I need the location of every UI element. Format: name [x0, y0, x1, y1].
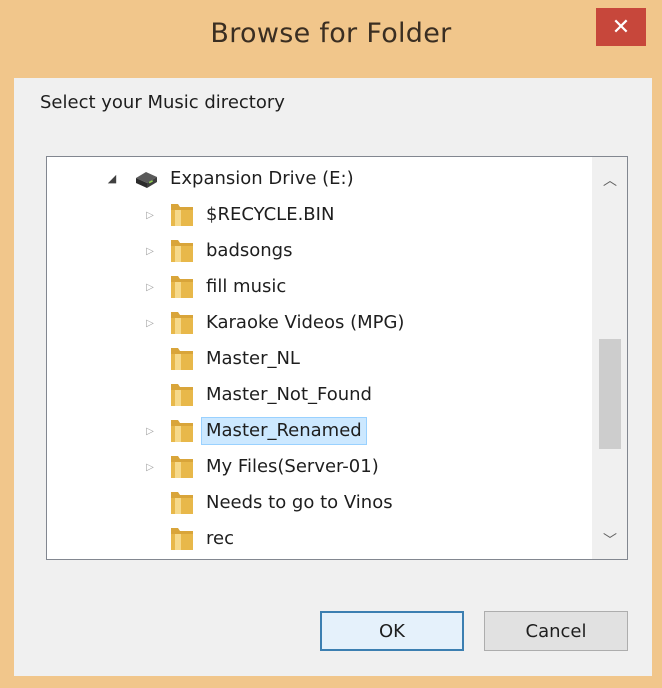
title-bar[interactable]: Browse for Folder ✕ [0, 0, 662, 78]
instruction-text: Select your Music directory [40, 92, 285, 113]
collapse-arrow-icon[interactable]: ◢ [105, 171, 119, 185]
close-icon: ✕ [611, 14, 631, 40]
tree-item[interactable]: Needs to go to Vinos [47, 485, 595, 519]
tree-item-label: My Files(Server-01) [206, 456, 379, 477]
folder-icon [171, 420, 193, 442]
tree-item-label: rec [206, 528, 234, 549]
ok-button[interactable]: OK [320, 611, 464, 651]
tree-root-drive[interactable]: ◢ Expansion Drive (E:) [47, 161, 595, 195]
dialog-client-area: Select your Music directory ◢ Expansion … [14, 78, 652, 676]
expand-arrow-icon[interactable]: ▷ [143, 424, 157, 438]
tree-item[interactable]: rec [47, 521, 595, 555]
tree-item-label: Master_NL [206, 348, 300, 369]
tree-item-label: fill music [206, 276, 287, 297]
tree-item-label: Expansion Drive (E:) [170, 168, 354, 189]
drive-icon [136, 172, 157, 188]
folder-icon [171, 312, 193, 334]
scroll-thumb[interactable] [599, 339, 621, 449]
folder-icon [171, 456, 193, 478]
tree-item-label: badsongs [206, 240, 293, 261]
window-title: Browse for Folder [210, 18, 452, 49]
expand-arrow-icon[interactable]: ▷ [143, 280, 157, 294]
scroll-down-icon[interactable]: ﹀ [593, 523, 627, 557]
tree-item[interactable]: Master_NL [47, 341, 595, 375]
close-button[interactable]: ✕ [596, 8, 646, 46]
tree-item[interactable]: Master_Not_Found [47, 377, 595, 411]
folder-icon [171, 240, 193, 262]
folder-icon [171, 276, 193, 298]
folder-icon [171, 204, 193, 226]
folder-icon [171, 528, 193, 550]
scroll-up-icon[interactable]: ︿ [593, 163, 627, 197]
folder-icon [171, 348, 193, 370]
vertical-scrollbar[interactable]: ︿ ﹀ [592, 157, 627, 559]
tree-item[interactable]: ▷ Karaoke Videos (MPG) [47, 305, 595, 339]
tree-item[interactable]: ▷ $RECYCLE.BIN [47, 197, 595, 231]
tree-item[interactable]: ▷ My Files(Server-01) [47, 449, 595, 483]
folder-tree[interactable]: ◢ Expansion Drive (E:) ▷ $RECYCLE.BIN ▷ bad… [46, 156, 628, 560]
expand-arrow-icon[interactable]: ▷ [143, 244, 157, 258]
tree-item[interactable]: ▷ badsongs [47, 233, 595, 267]
window-frame-bottom [0, 676, 662, 688]
expand-arrow-icon[interactable]: ▷ [143, 208, 157, 222]
tree-item-label: Master_Not_Found [206, 384, 372, 405]
folder-icon [171, 492, 193, 514]
tree-item-label: Needs to go to Vinos [206, 492, 393, 513]
expand-arrow-icon[interactable]: ▷ [143, 316, 157, 330]
tree-item[interactable]: ▷ Master_Renamed [47, 413, 595, 447]
browse-for-folder-window: Browse for Folder ✕ Select your Music di… [0, 0, 662, 688]
cancel-button[interactable]: Cancel [484, 611, 628, 651]
folder-icon [171, 384, 193, 406]
expand-arrow-icon[interactable]: ▷ [143, 460, 157, 474]
tree-item-label: Karaoke Videos (MPG) [206, 312, 405, 333]
tree-item-label: Master_Renamed [201, 417, 367, 445]
tree-item-label: $RECYCLE.BIN [206, 204, 335, 225]
tree-item[interactable]: ▷ fill music [47, 269, 595, 303]
